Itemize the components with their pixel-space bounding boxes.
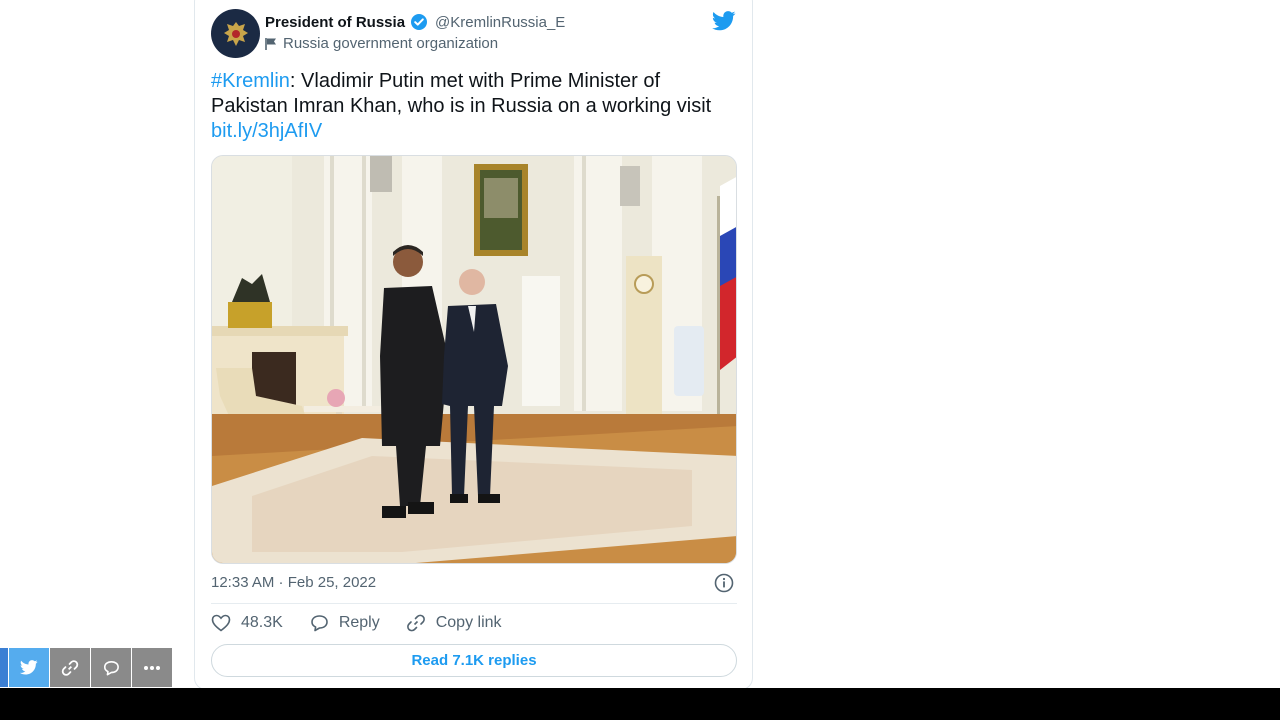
bottom-black-bar — [0, 688, 1280, 720]
action-bar: 48.3K Reply Copy link — [211, 613, 528, 633]
hashtag-link[interactable]: #Kremlin — [211, 70, 290, 92]
link-icon — [61, 659, 79, 676]
share-link-button[interactable] — [50, 648, 90, 687]
tweet-photo[interactable] — [211, 155, 737, 564]
author-handle[interactable]: @KremlinRussia_E — [435, 14, 565, 31]
organization-label: Russia government organization — [265, 35, 498, 52]
heart-icon — [211, 614, 231, 632]
share-bar-edge — [0, 648, 8, 687]
author-row: President of Russia @KremlinRussia_E — [265, 13, 565, 31]
org-text: Russia government organization — [283, 35, 499, 52]
tweet-card: President of Russia @KremlinRussia_E Rus… — [194, 0, 753, 690]
flag-icon — [265, 37, 276, 50]
share-bar — [0, 648, 172, 687]
tweet-timestamp[interactable]: 12:33 AM · Feb 25, 2022 — [211, 574, 376, 591]
short-link[interactable]: bit.ly/3hjAfIV — [211, 120, 322, 142]
share-twitter-button[interactable] — [9, 648, 49, 687]
divider — [211, 603, 737, 604]
reply-label: Reply — [338, 614, 380, 631]
more-icon — [144, 665, 160, 670]
reply-button[interactable]: Reply — [309, 614, 380, 632]
reply-bubble-icon — [311, 615, 328, 632]
read-replies-button[interactable]: Read 7.1K replies — [211, 644, 737, 677]
avatar[interactable] — [211, 9, 260, 58]
share-more-button[interactable] — [132, 648, 172, 687]
kremlin-meeting-photo — [212, 156, 736, 563]
kremlin-emblem-icon — [223, 21, 248, 46]
author-name[interactable]: President of Russia — [265, 14, 405, 31]
info-icon[interactable] — [714, 573, 734, 593]
share-comment-button[interactable] — [91, 648, 131, 687]
tweet-text: #Kremlin: Vladimir Putin met with Prime … — [211, 69, 731, 144]
verified-badge-icon — [411, 14, 428, 30]
reply-bubble-icon — [103, 660, 119, 675]
like-button[interactable]: 48.3K — [211, 614, 283, 632]
copy-link-button[interactable]: Copy link — [406, 613, 502, 633]
twitter-bird-icon[interactable] — [712, 11, 736, 31]
copy-link-label: Copy link — [435, 614, 502, 631]
link-icon — [406, 614, 425, 632]
like-count: 48.3K — [241, 614, 283, 631]
twitter-bird-icon — [20, 660, 38, 675]
